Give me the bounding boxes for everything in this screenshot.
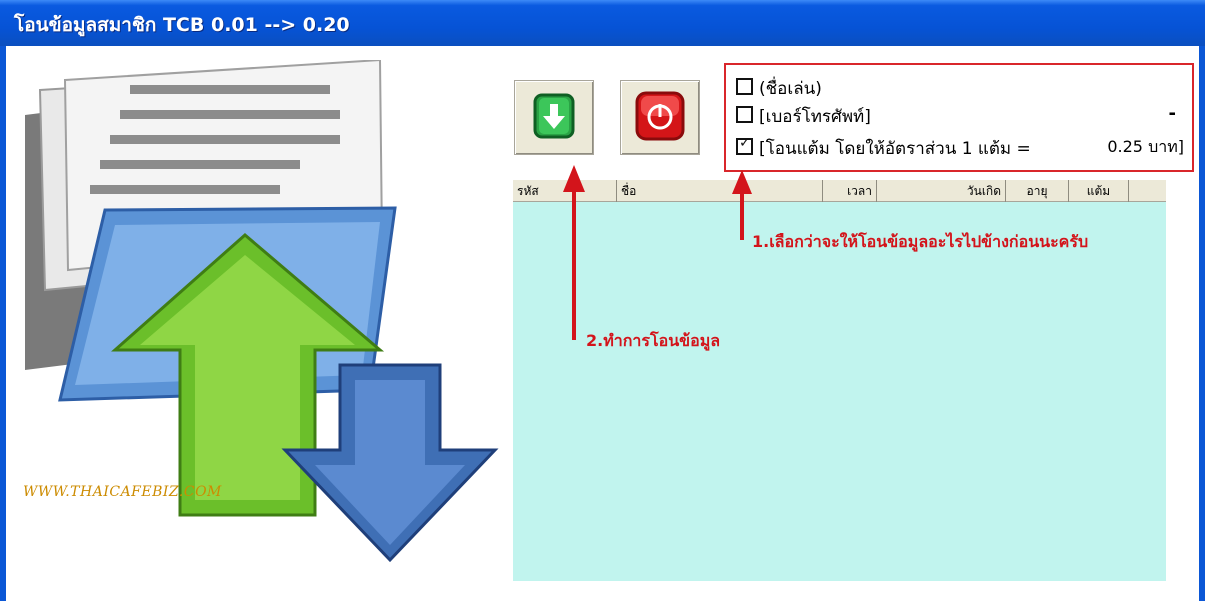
download-arrow-icon bbox=[533, 93, 575, 139]
transfer-logo-icon bbox=[25, 60, 499, 563]
phone-checkbox[interactable] bbox=[736, 106, 753, 123]
column-header-birthday[interactable]: วันเกิด bbox=[877, 180, 1006, 202]
nickname-checkbox[interactable] bbox=[736, 78, 753, 95]
points-checkbox[interactable] bbox=[736, 135, 753, 155]
grid-header: รหัส ชื่อ เวลา วันเกิด อายุ แต้ม bbox=[513, 180, 1166, 202]
annotation-step2: 2.ทำการโอนข้อมูล bbox=[586, 331, 721, 350]
column-header-name[interactable]: ชื่อ bbox=[617, 180, 823, 202]
title-bar: โอนข้อมูลสมาชิก TCB 0.01 --> 0.20 bbox=[0, 0, 1205, 46]
phone-label: [เบอร์โทรศัพท์] bbox=[759, 107, 871, 127]
column-header-code[interactable]: รหัส bbox=[513, 180, 617, 202]
window-frame-right bbox=[1199, 46, 1205, 601]
window-frame-left bbox=[0, 46, 6, 601]
annotation-step1: 1.เลือกว่าจะให้โอนข้อมูลอะไรไปข้างก่อนนะ… bbox=[752, 232, 1089, 251]
phone-value: - bbox=[1168, 103, 1176, 124]
watermark-text: WWW.THAICAFEBIZ.COM bbox=[23, 484, 222, 500]
transfer-button[interactable] bbox=[514, 80, 594, 155]
points-rate: 0.25 บาท] bbox=[1107, 137, 1184, 156]
column-header-age[interactable]: อายุ bbox=[1006, 180, 1069, 202]
column-header-time[interactable]: เวลา bbox=[823, 180, 877, 202]
points-label: [โอนแต้ม โดยให้อัตราส่วน 1 แต้ม = bbox=[759, 139, 1031, 159]
power-stop-icon bbox=[635, 91, 685, 141]
transfer-window: โอนข้อมูลสมาชิก TCB 0.01 --> 0.20 WWW.TH… bbox=[0, 0, 1205, 601]
window-title: โอนข้อมูลสมาชิก TCB 0.01 --> 0.20 bbox=[14, 14, 350, 36]
stop-button[interactable] bbox=[620, 80, 700, 155]
transfer-options-box: (ชื่อเล่น) [เบอร์โทรศัพท์] - [โอนแต้ม โด… bbox=[724, 63, 1194, 172]
nickname-label: (ชื่อเล่น) bbox=[759, 79, 822, 99]
column-header-points[interactable]: แต้ม bbox=[1069, 180, 1129, 202]
